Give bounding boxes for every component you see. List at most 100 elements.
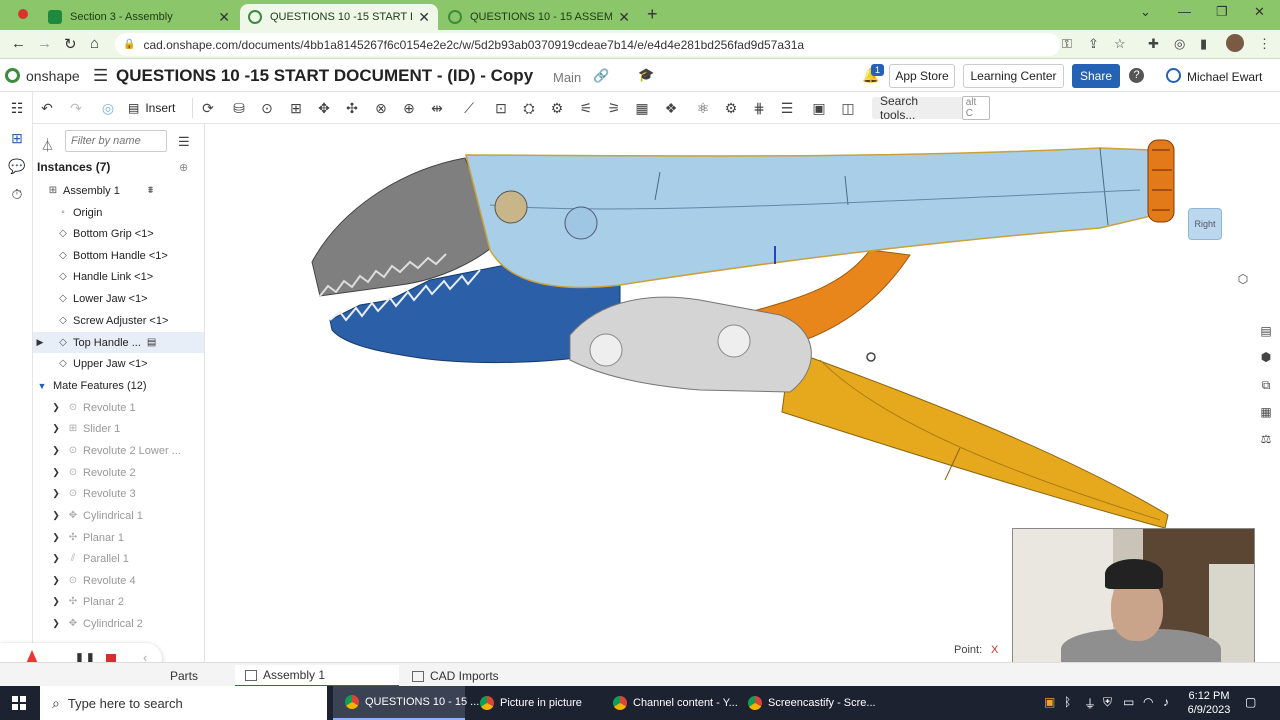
filter-input[interactable] [65, 130, 167, 152]
cylindrical-mate-icon[interactable]: ✥ [315, 99, 333, 117]
appearance-panel-icon[interactable]: ⬢ [1257, 350, 1275, 368]
add-folder-icon[interactable]: ⊕ [179, 161, 188, 174]
share-button[interactable]: Share [1072, 64, 1120, 88]
tangent-mate-icon[interactable]: ⟋ [460, 99, 478, 117]
taskbar-item-pip[interactable]: Picture in picture [468, 686, 598, 720]
screw-relation-icon[interactable]: ⚞ [605, 99, 623, 117]
tab-cad-imports[interactable]: CAD Imports [402, 665, 568, 687]
branch-label[interactable]: Main [553, 70, 581, 85]
taskbar-clock[interactable]: 6:12 PM 6/9/2023 [1186, 689, 1232, 717]
window-close-icon[interactable]: ✕ [1254, 4, 1265, 20]
chevron-down-icon[interactable]: ▼ [35, 381, 49, 391]
taskbar-search-field[interactable]: ⌕ Type here to search [40, 686, 327, 720]
revolute-mate-icon[interactable]: ⊙ [258, 99, 276, 117]
extension-icon[interactable]: ◎ [1174, 36, 1185, 52]
list-item[interactable]: ❯ ⊙ Revolute 2 Lower ... [33, 440, 204, 461]
properties-panel-icon[interactable]: ▤ [1257, 324, 1275, 342]
linear-relation-icon[interactable]: ▦ [633, 99, 651, 117]
browser-tab-section3[interactable]: Section 3 - Assembly ✕ [40, 4, 238, 30]
view-options-cube-icon[interactable]: ⬡ [1234, 272, 1252, 290]
list-view-icon[interactable]: ☰ [178, 134, 190, 150]
ball-mate-icon[interactable]: ⊕ [400, 99, 418, 117]
replicate-icon[interactable]: ⟳ [199, 99, 217, 117]
subassembly-icon[interactable]: ▤ [147, 337, 156, 348]
onshape-logo-icon[interactable] [5, 68, 20, 83]
mate-features-header[interactable]: ▼ Mate Features (12) [33, 375, 204, 396]
list-item[interactable]: ◇ Handle Link <1> [33, 266, 204, 287]
list-item[interactable]: ◇ Lower Jaw <1> [33, 288, 204, 309]
list-item-selected[interactable]: ▶ ◇ Top Handle ... ▤ [33, 332, 204, 353]
windows-start-icon[interactable] [12, 696, 26, 710]
search-tools-field[interactable]: Search tools... alt C [872, 94, 990, 122]
chevron-right-icon[interactable]: ❯ [49, 618, 63, 629]
list-item[interactable]: ❯ ⫽ Parallel 1 [33, 548, 204, 569]
learning-center-button[interactable]: Learning Center [963, 64, 1064, 88]
rack-pinion-icon[interactable]: ⚟ [577, 99, 595, 117]
feature-list-icon[interactable]: ☷ [8, 100, 26, 118]
mate-connector-icon[interactable]: ⊡ [492, 99, 510, 117]
key-icon[interactable]: ⚿ [1062, 36, 1072, 52]
pattern-icon[interactable]: ⋕ [750, 99, 768, 117]
usb-icon[interactable]: ⏚ [1084, 695, 1096, 712]
list-item[interactable]: ◇ Screw Adjuster <1> [33, 310, 204, 331]
minimize-icon[interactable]: — [1178, 4, 1191, 19]
list-item[interactable]: ❯ ⊙ Revolute 1 [33, 397, 204, 418]
url-field[interactable]: 🔒 cad.onshape.com/documents/4bb1a8145267… [115, 33, 1060, 56]
tab-search-chevron-icon[interactable]: ⌄ [1140, 4, 1151, 20]
user-name[interactable]: Michael Ewart [1187, 70, 1262, 84]
bom-panel-icon[interactable]: ▦ [1257, 405, 1275, 423]
instance-list-icon[interactable]: ⊞ [8, 130, 26, 148]
comments-icon[interactable]: 💬 [8, 158, 26, 176]
assembly-options-icon[interactable]: ⩩ [148, 185, 153, 196]
chevron-right-icon[interactable]: ❯ [49, 402, 63, 413]
chevron-right-icon[interactable]: ❯ [49, 532, 63, 543]
list-item[interactable]: ❯ ✥ Cylindrical 2 [33, 613, 204, 634]
reload-icon[interactable]: ↻ [64, 35, 77, 53]
browser-tab-start-document[interactable]: QUESTIONS 10 -15 START DOCU ✕ [240, 4, 438, 30]
list-item[interactable]: ◦ Origin [33, 202, 204, 223]
list-item[interactable]: ❯ ✣ Planar 2 [33, 591, 204, 612]
security-icon[interactable]: ⛨ [1103, 695, 1112, 710]
tab-parts[interactable]: Parts [160, 665, 232, 687]
wifi-icon[interactable]: ◠ [1143, 695, 1153, 709]
profile-avatar[interactable] [1226, 34, 1244, 52]
taskbar-item-youtube[interactable]: Channel content - Y... [601, 686, 738, 720]
tab-close-icon[interactable]: ✕ [218, 9, 230, 26]
list-item[interactable]: ◇ Upper Jaw <1> [33, 353, 204, 374]
bluetooth-icon[interactable]: ᛒ [1064, 695, 1071, 709]
sidepanel-icon[interactable]: ▮ [1200, 36, 1207, 52]
app-store-button[interactable]: App Store [889, 64, 955, 88]
list-item[interactable]: ◇ Bottom Grip <1> [33, 223, 204, 244]
battery-icon[interactable]: ▭ [1123, 695, 1134, 709]
back-icon[interactable]: ← [11, 35, 26, 52]
insert-button[interactable]: ▤ Insert [128, 97, 175, 119]
view-cube[interactable]: Right [1188, 208, 1222, 240]
forward-icon[interactable]: → [37, 35, 52, 52]
redo-icon[interactable]: ↷ [67, 99, 85, 117]
tab-close-icon[interactable]: ✕ [618, 9, 630, 26]
taskbar-item-onshape[interactable]: QUESTIONS 10 - 15 ... [333, 686, 479, 720]
filter-icon[interactable]: ⏃ [41, 135, 54, 154]
bookmark-star-icon[interactable]: ☆ [1114, 36, 1126, 52]
settings-gear-icon[interactable]: ⚙ [722, 99, 740, 117]
list-item[interactable]: ❯ ⊙ Revolute 4 [33, 570, 204, 591]
education-cap-icon[interactable]: 🎓 [638, 67, 654, 83]
chevron-right-icon[interactable]: ❯ [49, 553, 63, 564]
measure-icon[interactable]: ▣ [810, 99, 828, 117]
list-item[interactable]: ◇ Bottom Handle <1> [33, 245, 204, 266]
tray-app-icon[interactable]: ▣ [1044, 695, 1055, 709]
align-icon[interactable]: ☰ [778, 99, 796, 117]
extensions-icon[interactable]: ✚ [1148, 36, 1159, 52]
explode-icon[interactable]: ⚛ [694, 99, 712, 117]
volume-icon[interactable]: ♪ [1163, 695, 1169, 709]
maximize-icon[interactable]: ❐ [1216, 4, 1228, 20]
taskbar-item-screencastify[interactable]: Screencastify - Scre... [736, 686, 876, 720]
browser-tab-assembly[interactable]: QUESTIONS 10 - 15 ASSEMBLY M ✕ [440, 4, 638, 30]
history-icon[interactable]: ⏱ [8, 186, 26, 204]
user-icon[interactable] [1166, 68, 1181, 83]
group-icon[interactable]: ⛭ [520, 99, 538, 117]
section-view-icon[interactable]: ◫ [839, 99, 857, 117]
notifications-icon[interactable]: ▢ [1245, 695, 1256, 709]
parallel-mate-icon[interactable]: ⊗ [372, 99, 390, 117]
new-tab-button[interactable]: + [647, 4, 658, 25]
